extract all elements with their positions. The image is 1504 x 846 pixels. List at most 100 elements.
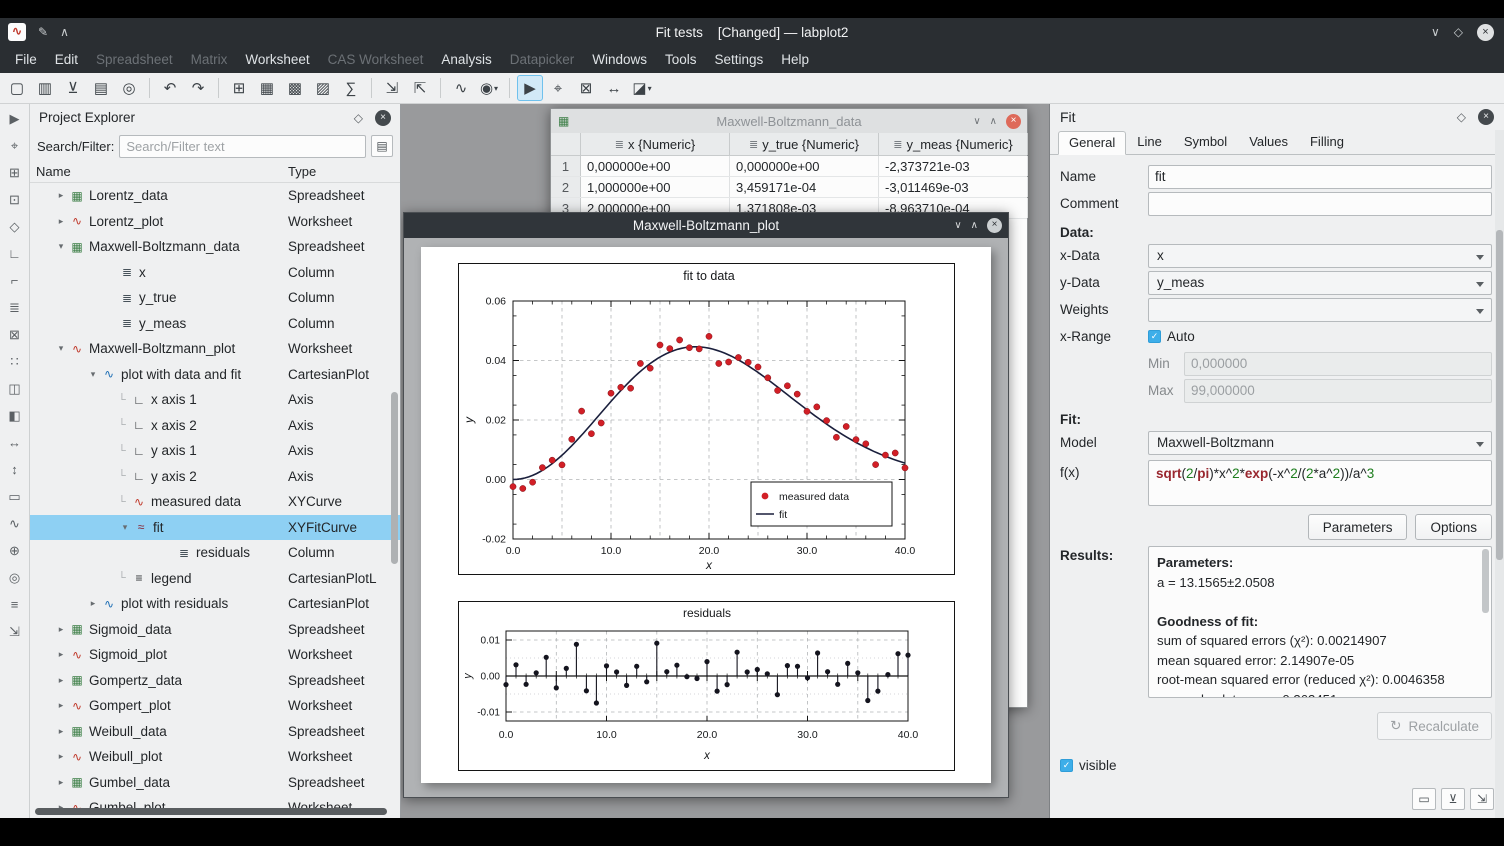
tree-row-x-axis-2[interactable]: └∟x axis 2Axis (30, 413, 400, 439)
tree-row-weibull-plot[interactable]: ▸∿Weibull_plotWorksheet (30, 744, 400, 770)
formula-box[interactable]: sqrt(2/pi)*x^2*exp(-x^2/(2*a^2))/a^3 (1148, 460, 1492, 506)
export-results-button[interactable]: ⇲ (1470, 788, 1494, 810)
sheet-column-header[interactable]: ≣y_meas {Numeric} (879, 133, 1028, 155)
add-tool-icon[interactable]: ⊕ (9, 544, 20, 557)
comment-field[interactable] (1148, 192, 1492, 216)
row-number-cell[interactable]: 2 (551, 177, 581, 197)
data-cell[interactable]: -3,011469e-03 (879, 177, 1028, 197)
data-cell[interactable]: 0,000000e+00 (581, 156, 730, 176)
expander-icon[interactable]: ▸ (54, 190, 68, 201)
column-statistics-icon[interactable]: ∑ (338, 75, 364, 101)
tree-row-x[interactable]: ≣xColumn (30, 260, 400, 286)
h-resize-tool-icon[interactable]: ↔ (8, 436, 21, 449)
sheet-column-header[interactable]: ≣y_true {Numeric} (730, 133, 879, 155)
row-number-cell[interactable]: 1 (551, 156, 581, 176)
new-workbook-icon[interactable]: ⊞ (226, 75, 252, 101)
menu-file[interactable]: File (6, 48, 46, 71)
dots-tool-icon[interactable]: ∷ (10, 355, 18, 368)
print-icon[interactable]: ▤ (88, 75, 114, 101)
load-function-button[interactable]: ▭ (1412, 788, 1436, 810)
float-dock-icon[interactable]: ◇ (1457, 110, 1466, 124)
expander-icon[interactable]: ▾ (118, 522, 132, 533)
tab-symbol[interactable]: Symbol (1173, 130, 1238, 154)
fit-to-data-plot[interactable]: fit to data-0.020.000.020.040.060.010.02… (458, 263, 955, 575)
tree-row-x-axis-1[interactable]: └∟x axis 1Axis (30, 387, 400, 413)
visible-checkbox[interactable]: ✓ (1060, 759, 1073, 772)
tree-row-gompertz-data[interactable]: ▸▦Gompertz_dataSpreadsheet (30, 668, 400, 694)
export-data-icon[interactable]: ⇱ (407, 75, 433, 101)
panel-tool-icon[interactable]: ◧ (8, 409, 20, 422)
worksheet-window[interactable]: Maxwell-Boltzmann_plot ∨ ∧ × fit to data… (403, 212, 1009, 798)
pin-icon[interactable]: ✎ (38, 25, 48, 39)
tree-row-gompert-plot[interactable]: ▸∿Gompert_plotWorksheet (30, 693, 400, 719)
column-header-name[interactable]: Name (30, 164, 288, 179)
tree-row-gumbel-data[interactable]: ▸▦Gumbel_dataSpreadsheet (30, 770, 400, 796)
diamond-tool-icon[interactable]: ◇ (10, 220, 20, 233)
tree-row-lorentz-data[interactable]: ▸▦Lorentz_dataSpreadsheet (30, 183, 400, 209)
tree-row-legend[interactable]: └≡legendCartesianPlotL (30, 566, 400, 592)
tree-row-y-axis-1[interactable]: └∟y axis 1Axis (30, 438, 400, 464)
list-tool-icon[interactable]: ≣ (9, 301, 20, 314)
pan-mode-icon[interactable]: ↔ (601, 75, 627, 101)
tree-row-maxwell-boltzmann-data[interactable]: ▾▦Maxwell-Boltzmann_dataSpreadsheet (30, 234, 400, 260)
expander-icon[interactable]: ▸ (54, 777, 68, 788)
tree-row-lorentz-plot[interactable]: ▸∿Lorentz_plotWorksheet (30, 209, 400, 235)
data-cell[interactable]: 3,459171e-04 (730, 177, 879, 197)
curve-tool-icon[interactable]: ∿ (9, 517, 20, 530)
new-document-icon[interactable]: ▢ (4, 75, 30, 101)
tree-horizontal-scrollbar[interactable] (35, 808, 387, 815)
zoom-select-icon[interactable]: ◉▾ (476, 75, 502, 101)
expander-icon[interactable]: ▸ (54, 624, 68, 635)
ydata-combobox[interactable]: y_meas (1148, 271, 1492, 295)
auto-checkbox[interactable]: ✓ (1148, 330, 1161, 343)
expander-icon[interactable]: ▸ (54, 700, 68, 711)
tree-row-y-axis-2[interactable]: └∟y axis 2Axis (30, 464, 400, 490)
export-tool-icon[interactable]: ⇲ (9, 625, 20, 638)
xdata-combobox[interactable]: x (1148, 244, 1492, 268)
zoom-tool-icon[interactable]: ◎ (9, 571, 20, 584)
split-tool-icon[interactable]: ◫ (8, 382, 20, 395)
new-worksheet-icon[interactable]: ∿ (448, 75, 474, 101)
data-cell[interactable]: 1,000000e+00 (581, 177, 730, 197)
menu-matrix[interactable]: Matrix (182, 48, 237, 71)
recalculate-button[interactable]: ↻ Recalculate (1377, 712, 1492, 740)
dropdown-arrow-icon[interactable]: ▾ (648, 84, 652, 93)
expander-icon[interactable]: ▸ (54, 726, 68, 737)
diamond-icon[interactable]: ◇ (1454, 25, 1463, 39)
crosshair-tool-icon[interactable]: ⌖ (11, 139, 18, 152)
tab-values[interactable]: Values (1238, 130, 1299, 154)
tree-row-maxwell-boltzmann-plot[interactable]: ▾∿Maxwell-Boltzmann_plotWorksheet (30, 336, 400, 362)
tab-general[interactable]: General (1058, 131, 1126, 155)
expander-icon[interactable]: ▾ (86, 369, 100, 380)
tree-row-plot-with-data-and-fit[interactable]: ▾∿plot with data and fitCartesianPlot (30, 362, 400, 388)
worksheet-page[interactable]: fit to data-0.020.000.020.040.060.010.02… (421, 247, 991, 783)
print-preview-icon[interactable]: ◎ (116, 75, 142, 101)
zoom-mode-icon[interactable]: ⊠ (573, 75, 599, 101)
window-restore-icon[interactable]: ∧ (971, 220, 978, 231)
new-spreadsheet-icon[interactable]: ▦ (254, 75, 280, 101)
float-panel-icon[interactable]: ◇ (354, 111, 363, 125)
axis-tool-icon[interactable]: ∟ (8, 247, 21, 260)
menu-edit[interactable]: Edit (46, 48, 87, 71)
save-document-icon[interactable]: ⊻ (60, 75, 86, 101)
tree-row-y-meas[interactable]: ≣y_measColumn (30, 311, 400, 337)
tree-row-plot-with-residuals[interactable]: ▸∿plot with residualsCartesianPlot (30, 591, 400, 617)
menu-spreadsheet[interactable]: Spreadsheet (87, 48, 182, 71)
worksheet-window-titlebar[interactable]: Maxwell-Boltzmann_plot ∨ ∧ × (404, 213, 1008, 238)
search-input[interactable] (119, 135, 366, 158)
cursor-tool-icon[interactable]: ▶ (10, 112, 20, 125)
expander-icon[interactable]: ▾ (54, 343, 68, 354)
close-dock-icon[interactable]: × (1478, 109, 1494, 125)
tree-row-residuals[interactable]: ≣residualsColumn (30, 540, 400, 566)
add-plot-icon[interactable]: ◪▾ (629, 75, 655, 101)
close-panel-icon[interactable]: × (375, 110, 391, 126)
tree-vertical-scrollbar[interactable] (391, 392, 398, 564)
menu-windows[interactable]: Windows (583, 48, 656, 71)
expander-icon[interactable]: ▸ (86, 598, 100, 609)
data-cell[interactable]: 0,000000e+00 (730, 156, 879, 176)
expander-icon[interactable]: ▸ (54, 216, 68, 227)
expander-icon[interactable]: ▾ (54, 241, 68, 252)
window-shade-icon[interactable]: ∨ (973, 116, 980, 127)
residuals-plot[interactable]: residuals0.010.00-0.010.010.020.030.040.… (458, 601, 955, 771)
tab-filling[interactable]: Filling (1299, 130, 1355, 154)
